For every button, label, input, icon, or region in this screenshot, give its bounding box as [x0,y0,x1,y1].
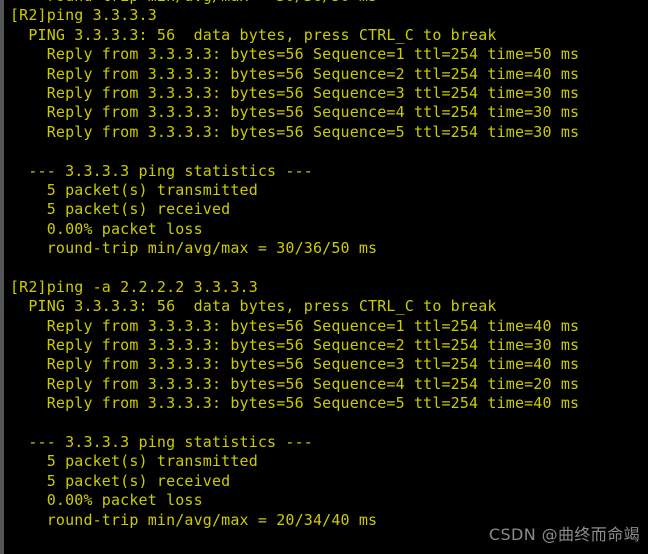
terminal-line: 0.00% packet loss [10,491,203,510]
terminal-line: Reply from 3.3.3.3: bytes=56 Sequence=5 … [10,122,580,141]
terminal-line: Reply from 3.3.3.3: bytes=56 Sequence=4 … [10,103,580,122]
terminal-line: Reply from 3.3.3.3: bytes=56 Sequence=2 … [10,336,580,355]
terminal-window[interactable]: round-trip min/avg/max = 30/36/50 ms [R2]… [0,0,648,554]
terminal-line: Reply from 3.3.3.3: bytes=56 Sequence=5 … [10,394,580,413]
terminal-line: 0.00% packet loss [10,219,203,238]
terminal-line: --- 3.3.3.3 ping statistics --- [10,161,313,180]
terminal-line: 5 packet(s) transmitted [10,452,258,471]
terminal-line: 5 packet(s) transmitted [10,180,258,199]
terminal-line: [R2]ping -a 2.2.2.2 3.3.3.3 [10,277,258,296]
terminal-line: Reply from 3.3.3.3: bytes=56 Sequence=4 … [10,374,580,393]
terminal-line: Reply from 3.3.3.3: bytes=56 Sequence=3 … [10,355,580,374]
terminal-line: 5 packet(s) received [10,200,231,219]
terminal-line: Reply from 3.3.3.3: bytes=56 Sequence=1 … [10,45,580,64]
terminal-line: Reply from 3.3.3.3: bytes=56 Sequence=3 … [10,83,580,102]
terminal-line: round-trip min/avg/max = 30/36/50 ms [10,239,378,258]
terminal-line: PING 3.3.3.3: 56 data bytes, press CTRL_… [10,25,497,44]
terminal-line: [R2]ping 3.3.3.3 [10,6,157,25]
terminal-line: PING 3.3.3.3: 56 data bytes, press CTRL_… [10,297,497,316]
terminal-line: 5 packet(s) received [10,471,231,490]
terminal-line: Reply from 3.3.3.3: bytes=56 Sequence=1 … [10,316,580,335]
terminal-line: Reply from 3.3.3.3: bytes=56 Sequence=2 … [10,64,580,83]
terminal-output: round-trip min/avg/max = 30/36/50 ms [R2]… [4,0,648,530]
terminal-line: --- 3.3.3.3 ping statistics --- [10,432,313,451]
csdn-watermark: CSDN @曲终而命竭 [488,525,640,544]
